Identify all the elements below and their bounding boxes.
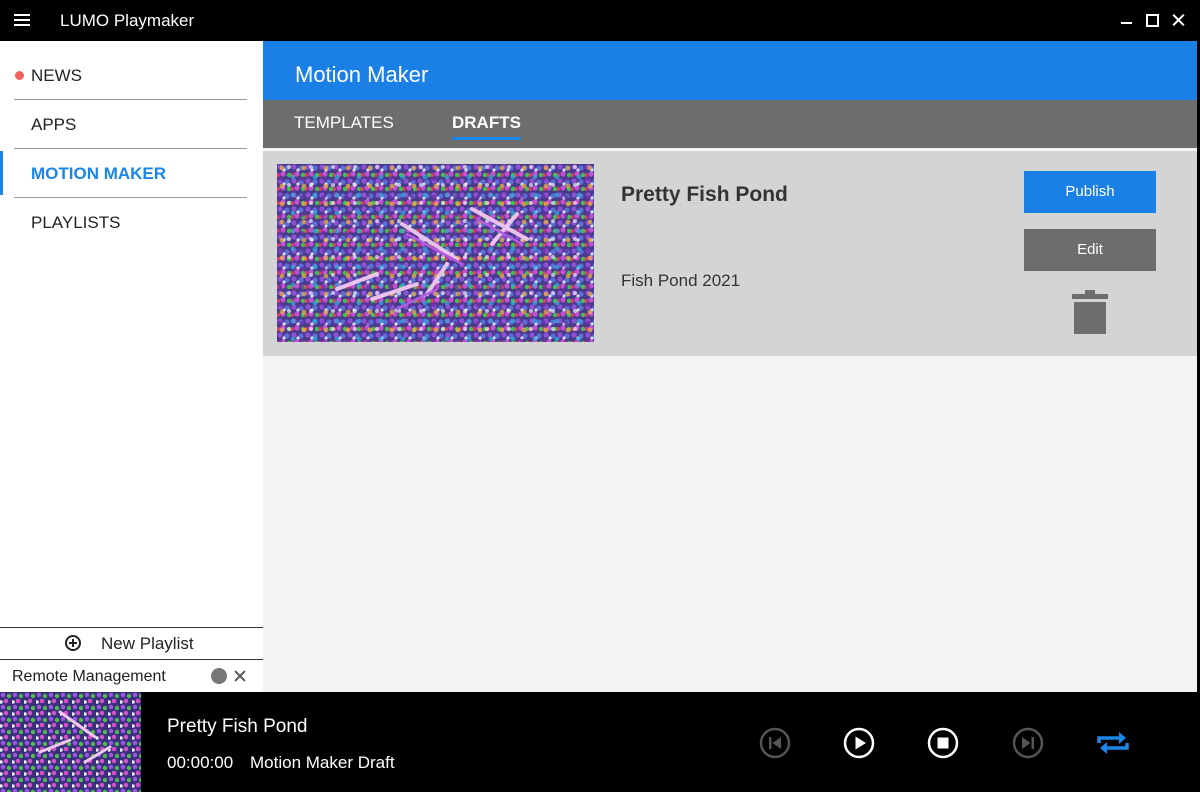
- tab-templates[interactable]: TEMPLATES: [294, 113, 394, 133]
- close-icon[interactable]: [233, 669, 247, 683]
- publish-button[interactable]: Publish: [1024, 171, 1156, 213]
- page-header: Motion Maker: [263, 41, 1197, 100]
- remote-management-label: Remote Management: [12, 668, 166, 685]
- edit-button[interactable]: Edit: [1024, 229, 1156, 271]
- new-playlist-label: New Playlist: [101, 634, 194, 653]
- draft-card: Pretty Fish Pond Fish Pond 2021 Publish …: [263, 151, 1197, 356]
- main-content: Motion Maker TEMPLATES DRAFTS Pretty Fis…: [263, 41, 1197, 692]
- trash-icon[interactable]: [1072, 290, 1108, 334]
- player-time: 00:00:00: [167, 753, 234, 772]
- notification-dot: [15, 71, 24, 80]
- tab-bar: TEMPLATES DRAFTS: [263, 100, 1197, 148]
- player-bar: Pretty Fish Pond 00:00:00 Motion Maker D…: [0, 692, 1200, 792]
- sidebar-item-playlists[interactable]: PLAYLISTS: [14, 198, 247, 247]
- minimize-icon[interactable]: [1118, 11, 1136, 29]
- draft-thumbnail[interactable]: [277, 164, 594, 342]
- tab-drafts[interactable]: DRAFTS: [452, 113, 521, 140]
- sidebar: NEWS APPS MOTION MAKER PLAYLISTS New Pla…: [0, 41, 263, 692]
- repeat-icon[interactable]: [1095, 727, 1131, 764]
- add-circle-icon: [65, 635, 81, 651]
- sidebar-item-apps[interactable]: APPS: [14, 100, 247, 149]
- app-title: LUMO Playmaker: [60, 11, 195, 30]
- sidebar-item-label: PLAYLISTS: [31, 213, 121, 232]
- maximize-icon[interactable]: [1143, 11, 1161, 29]
- player-subtitle: Motion Maker Draft: [250, 753, 395, 772]
- remote-management-toggle[interactable]: [211, 668, 227, 684]
- sidebar-item-news[interactable]: NEWS: [14, 51, 247, 100]
- sidebar-item-motion-maker[interactable]: MOTION MAKER: [14, 149, 247, 198]
- play-icon[interactable]: [843, 727, 875, 764]
- draft-subtitle: Fish Pond 2021: [621, 271, 741, 290]
- sidebar-item-label: NEWS: [31, 66, 82, 85]
- sidebar-item-label: MOTION MAKER: [31, 164, 167, 183]
- player-title: Pretty Fish Pond: [167, 716, 308, 737]
- close-icon[interactable]: [1170, 11, 1188, 29]
- sidebar-item-label: APPS: [31, 115, 77, 134]
- page-title: Motion Maker: [295, 62, 429, 87]
- player-thumbnail: [0, 692, 141, 792]
- next-icon[interactable]: [1012, 727, 1044, 764]
- previous-icon[interactable]: [759, 727, 791, 764]
- new-playlist-button[interactable]: New Playlist: [0, 627, 263, 659]
- stop-icon[interactable]: [927, 727, 959, 764]
- title-bar: LUMO Playmaker: [0, 0, 1200, 41]
- draft-name: Pretty Fish Pond: [621, 183, 788, 206]
- hamburger-menu-icon[interactable]: [14, 12, 32, 28]
- active-indicator: [0, 151, 3, 195]
- remote-management-bar: Remote Management: [0, 659, 263, 692]
